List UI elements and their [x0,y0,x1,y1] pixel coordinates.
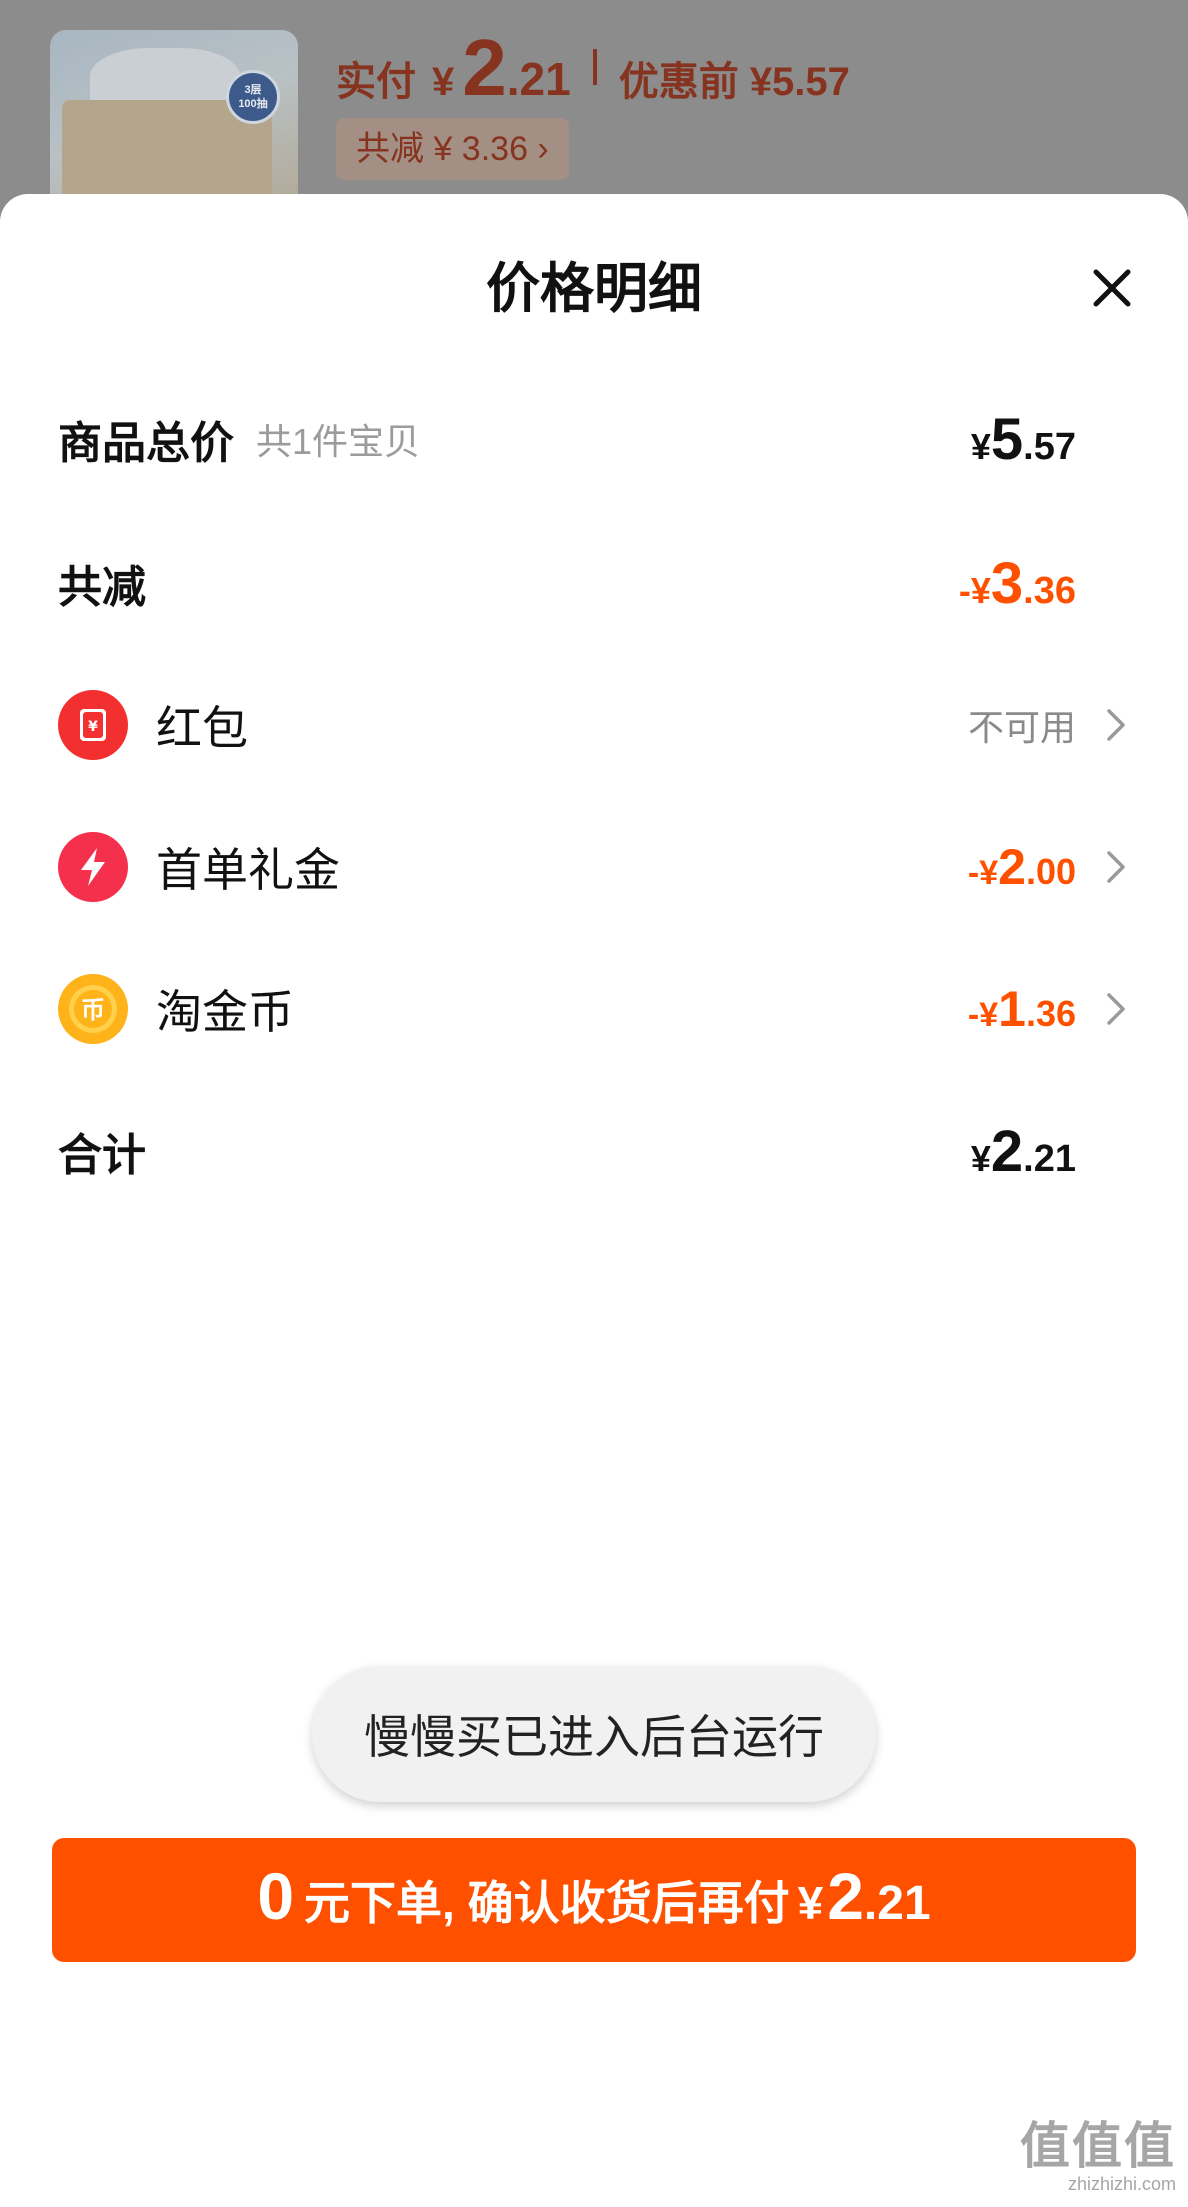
red-packet-glyph: ¥ [80,709,106,741]
thumb-badge: 3层 100抽 [226,70,280,124]
row-tao-coins[interactable]: 币 淘金币 -¥ 1 .36 [58,964,1130,1054]
first-order-gift-label: 首单礼金 [156,844,340,896]
confirm-dec: .21 [863,1877,931,1930]
chevron-right-icon[interactable] [1102,989,1130,1029]
row-total-goods: 商品总价 共1件宝贝 ¥ 5 .57 [58,394,1130,484]
amount-int: 2 [998,839,1026,895]
actual-pay-label: 实付 [336,60,416,104]
dimmed-header: 3层 100抽 实付 ¥ 2 .21 优惠前 ¥5.57 共减 ¥ 3.36 › [0,0,1188,220]
close-button[interactable] [1080,256,1144,320]
sheet-title: 价格明细 [486,259,702,319]
actual-pay-dec: .21 [506,53,571,105]
amount-int: 1 [998,981,1026,1037]
divider [592,49,597,85]
total-discount-amount: -¥ 3 .36 [959,550,1076,617]
saving-chip[interactable]: 共减 ¥ 3.36 › [336,118,569,180]
watermark-main: 值值值 [1020,2118,1176,2174]
sum-title: 合计 [58,1131,146,1180]
row-sum: 合计 ¥ 2 .21 [58,1106,1130,1196]
actual-pay-int: 2 [462,23,507,112]
svg-text:币: 币 [81,996,105,1024]
before-discount-price: 优惠前 ¥5.57 [618,60,850,104]
amount-int: 2 [990,1118,1024,1184]
thumb-badge-line2: 100抽 [238,98,268,110]
amount-dec: .57 [1023,425,1076,468]
price-detail-screen: 3层 100抽 实付 ¥ 2 .21 优惠前 ¥5.57 共减 ¥ 3.36 ›… [0,0,1188,2207]
currency-symbol: ¥ [970,425,991,467]
amount-dec: .36 [1023,569,1076,612]
chevron-right-icon[interactable] [1102,705,1130,745]
lightning-glyph [81,848,105,886]
thumb-badge-line1: 3层 [244,84,262,96]
confirm-int: 2 [827,1859,864,1933]
confirm-symbol: ¥ [797,1877,824,1929]
currency-symbol: ¥ [970,1137,991,1179]
item-count: 共1件宝贝 [256,421,421,462]
amount-dec: .00 [1025,851,1076,892]
watermark: 值值值 zhizhizhi.com [996,2118,1186,2204]
amount-int: 3 [990,550,1024,616]
red-packet-icon: ¥ [58,690,128,760]
amount-int: 5 [990,406,1024,472]
coin-icon: 币 [58,974,128,1044]
total-goods-amount: ¥ 5 .57 [971,406,1076,473]
currency-symbol: -¥ [958,569,991,611]
amount-dec: .21 [1023,1137,1076,1180]
actual-pay-symbol: ¥ [432,60,455,104]
row-total-discount: 共减 -¥ 3 .36 [58,538,1130,628]
chevron-right-icon[interactable] [1102,847,1130,887]
total-discount-title: 共减 [58,563,146,612]
lightning-icon [58,832,128,902]
sum-amount: ¥ 2 .21 [971,1118,1076,1185]
currency-symbol: -¥ [967,854,999,892]
background-run-toast: 慢慢买已进入后台运行 [312,1666,876,1802]
confirm-text: 元下单, 确认收货后再付 [304,1877,790,1929]
place-order-button[interactable]: 0 元下单, 确认收货后再付 ¥ 2 .21 [52,1838,1136,1962]
watermark-url: zhizhizhi.com [1067,2174,1176,2194]
amount-dec: .36 [1025,993,1076,1034]
red-packet-status: 不可用 [967,707,1076,748]
row-red-packet[interactable]: ¥ 红包 不可用 [58,680,1130,770]
first-order-gift-amount: -¥ 2 .00 [968,838,1076,896]
actual-pay-line: 实付 ¥ 2 .21 优惠前 ¥5.57 [336,22,850,112]
tao-coins-amount: -¥ 1 .36 [968,980,1076,1038]
coin-glyph: 币 [69,985,117,1033]
product-thumbnail: 3层 100抽 [50,30,298,220]
svg-text:¥: ¥ [88,719,98,735]
confirm-zero: 0 [257,1859,295,1933]
tao-coins-label: 淘金币 [156,986,294,1038]
red-packet-label: 红包 [156,702,248,754]
total-goods-title: 商品总价 [58,419,234,468]
row-first-order-gift[interactable]: 首单礼金 -¥ 2 .00 [58,822,1130,912]
currency-symbol: -¥ [967,996,999,1034]
close-icon [1093,269,1131,307]
